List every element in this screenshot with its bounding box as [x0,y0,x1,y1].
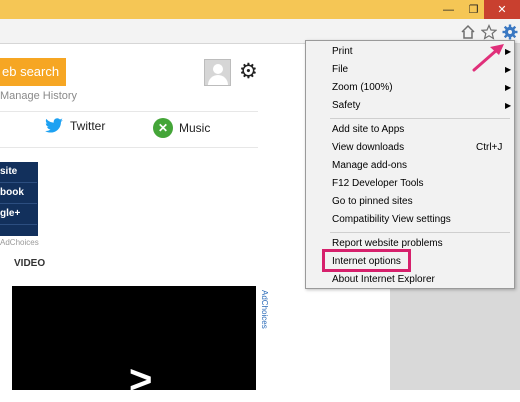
manage-history-link[interactable]: Manage History [0,90,77,102]
menu-separator [330,232,510,233]
twitter-label: Twitter [70,119,106,133]
adchoices-vertical-label: AdChoices [260,290,269,329]
menu-separator [330,118,510,119]
xbox-icon: ✕ [153,118,173,138]
twitter-bird-icon [45,118,63,133]
menu-item-label: Add site to Apps [332,124,405,135]
divider [0,147,258,148]
ad-item[interactable]: site [0,162,37,183]
menu-item-manage-add-ons[interactable]: Manage add-ons [306,157,514,175]
pointer-arrow-icon [472,44,504,72]
menu-item-compatibility-view[interactable]: Compatibility View settings [306,211,514,229]
adchoices-label[interactable]: AdChoices [0,238,39,247]
gear-icon[interactable] [501,23,519,41]
avatar[interactable] [204,59,231,86]
twitter-link[interactable]: Twitter [44,118,105,134]
web-search-button[interactable]: eb search [0,58,66,86]
close-button[interactable]: ✕ [484,0,520,19]
menu-item-safety[interactable]: Safety ▶ [306,97,514,115]
adchoices-vertical[interactable]: AdChoices [259,290,269,340]
home-icon[interactable] [459,23,477,41]
menu-item-label: Go to pinned sites [332,196,413,207]
menu-item-label: Print [332,46,353,57]
ad-item[interactable]: book [0,183,37,204]
menu-item-about[interactable]: About Internet Explorer [306,271,514,289]
menu-item-add-site-to-apps[interactable]: Add site to Apps [306,121,514,139]
menu-item-label: Compatibility View settings [332,214,451,225]
menu-item-label: File [332,64,349,75]
menu-item-label: View downloads [332,142,405,153]
video-player[interactable]: > [12,286,256,400]
menu-item-view-downloads[interactable]: View downloads Ctrl+J [306,139,514,157]
video-heading: VIDEO [14,258,46,269]
submenu-arrow-icon: ▶ [505,83,512,92]
menu-item-label: Manage add-ons [332,160,408,171]
ad-item[interactable]: gle+ [0,204,37,225]
music-label: Music [179,121,211,135]
ad-banner[interactable]: site book gle+ [0,162,38,236]
menu-item-label: About Internet Explorer [332,274,435,285]
menu-item-label: Safety [332,100,361,111]
music-link[interactable]: ✕ Music [153,118,210,138]
menu-item-shortcut: Ctrl+J [476,142,503,153]
menu-item-zoom[interactable]: Zoom (100%) ▶ [306,79,514,97]
menu-item-label: F12 Developer Tools [332,178,424,189]
play-icon[interactable]: > [129,360,152,400]
menu-item-developer-tools[interactable]: F12 Developer Tools [306,175,514,193]
submenu-arrow-icon: ▶ [505,101,512,110]
divider [0,111,258,112]
menu-item-pinned-sites[interactable]: Go to pinned sites [306,193,514,211]
minimize-button[interactable]: — [436,0,461,19]
internet-options-highlight [322,249,411,272]
settings-gear-icon[interactable]: ⚙ [239,61,258,83]
maximize-button[interactable]: ❐ [461,0,486,19]
menu-item-label: Zoom (100%) [332,82,393,93]
star-icon[interactable] [480,23,498,41]
